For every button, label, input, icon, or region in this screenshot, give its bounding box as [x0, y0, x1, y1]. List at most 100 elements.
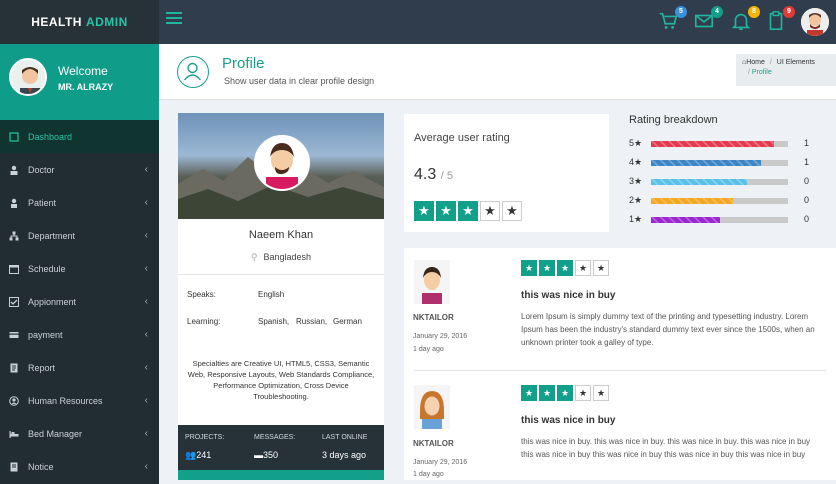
- profile-card: Naeem Khan ⚲ Bangladesh Speaks: English L…: [178, 113, 384, 480]
- message-icon: ▬: [254, 450, 263, 460]
- messages-label: MESSAGES:: [254, 434, 296, 441]
- profile-name: Naeem Khan: [248, 229, 314, 241]
- chevron-left-icon: ‹: [144, 362, 148, 373]
- bell-icon[interactable]: 8: [730, 6, 760, 34]
- average-rating-value: 4.3 / 5: [414, 166, 453, 184]
- sidebar-item-report[interactable]: Report ‹: [0, 351, 159, 384]
- star-empty-icon[interactable]: ★: [502, 201, 522, 221]
- sidebar-item-department[interactable]: Department ‹: [0, 219, 159, 252]
- profile-specialties: Specialties are Creative UI, HTML5, CSS3…: [187, 359, 375, 401]
- star-empty-icon[interactable]: ★: [480, 201, 500, 221]
- sidebar-item-doctor[interactable]: Doctor ‹: [0, 153, 159, 186]
- sidebar-item-label: Patient: [28, 197, 57, 208]
- average-rating-stars: ★ ★ ★ ★ ★: [414, 201, 524, 221]
- chevron-left-icon: ‹: [144, 329, 148, 340]
- star-empty-icon[interactable]: ★: [575, 260, 591, 276]
- review-title: this was nice in buy: [521, 415, 616, 426]
- rating-level-label: 2★: [629, 195, 643, 205]
- profile-avatar: [254, 135, 310, 191]
- divider: [414, 370, 826, 371]
- star-filled-icon[interactable]: ★: [557, 260, 573, 276]
- reviewer-avatar: [414, 260, 450, 304]
- location-pin-icon: ⚲: [250, 252, 258, 262]
- breadcrumb-section[interactable]: UI Elements: [777, 59, 815, 66]
- cart-badge: 5: [675, 6, 687, 18]
- sidebar-item-label: Report: [28, 362, 56, 373]
- doctor-icon: [9, 165, 19, 175]
- learning-label: Learning:: [187, 317, 221, 326]
- review-date: January 29, 2016: [413, 333, 468, 340]
- star-empty-icon[interactable]: ★: [575, 385, 591, 401]
- sidebar-item-label: Department: [28, 230, 76, 241]
- mail-badge: 4: [711, 6, 723, 18]
- profile-location: ⚲ Bangladesh: [178, 252, 384, 263]
- rating-progress-bar: [651, 179, 788, 185]
- rating-breakdown-row: 1★ 0: [629, 214, 819, 226]
- appointment-icon: [9, 296, 19, 307]
- sidebar: Welcome MR. ALRAZY Dashboard Doctor ‹ Pat…: [0, 44, 159, 484]
- star-filled-icon[interactable]: ★: [557, 385, 573, 401]
- department-icon: [9, 231, 19, 241]
- sidebar-item-label: Dashboard: [28, 131, 73, 142]
- average-rating-title: Average user rating: [414, 132, 510, 144]
- rating-count: 1: [804, 138, 810, 148]
- star-filled-icon[interactable]: ★: [414, 201, 434, 221]
- sidebar-item-label: Bed Manager: [28, 428, 83, 439]
- star-filled-icon[interactable]: ★: [521, 385, 537, 401]
- rating-progress-bar: [651, 217, 788, 223]
- sidebar-item-appointment[interactable]: Appionment ‹: [0, 285, 159, 318]
- profile-stats: PROJECTS: 👥241 MESSAGES: ▬350 LAST ONLIN…: [178, 425, 384, 470]
- rating-level-label: 5★: [629, 138, 643, 148]
- breadcrumb: ⌂Home / UI Elements / Profile: [736, 54, 836, 86]
- users-icon: 👥: [185, 450, 197, 460]
- sidebar-item-schedule[interactable]: Schedule ‹: [0, 252, 159, 285]
- rating-breakdown-row: 2★ 0: [629, 195, 819, 207]
- rating-breakdown-row: 4★ 1: [629, 157, 819, 169]
- user-avatar[interactable]: [801, 8, 829, 36]
- star-empty-icon[interactable]: ★: [593, 260, 609, 276]
- star-filled-icon[interactable]: ★: [436, 201, 456, 221]
- projects-label: PROJECTS:: [185, 434, 225, 441]
- star-filled-icon[interactable]: ★: [458, 201, 478, 221]
- sidebar-item-patient[interactable]: Patient ‹: [0, 186, 159, 219]
- star-filled-icon[interactable]: ★: [521, 260, 537, 276]
- reviewer-name: NKTAILOR: [413, 439, 454, 448]
- mail-icon[interactable]: 4: [693, 6, 723, 34]
- cart-icon[interactable]: 5: [657, 6, 687, 34]
- chevron-left-icon: ‹: [144, 296, 148, 307]
- sidebar-item-notice[interactable]: Notice ‹: [0, 450, 159, 483]
- review-time-ago: 1 day ago: [413, 346, 444, 353]
- rating-progress-bar: [651, 198, 788, 204]
- bell-badge: 8: [748, 6, 760, 18]
- chevron-left-icon: ‹: [144, 230, 148, 241]
- reviewer-name: NKTAILOR: [413, 313, 454, 322]
- chevron-left-icon: ‹: [144, 428, 148, 439]
- sidebar-item-bed-manager[interactable]: Bed Manager ‹: [0, 417, 159, 450]
- rating-progress-bar: [651, 141, 788, 147]
- sidebar-item-human-resources[interactable]: Human Resources ‹: [0, 384, 159, 417]
- sidebar-item-payment[interactable]: payment ‹: [0, 318, 159, 351]
- rating-breakdown-row: 3★ 0: [629, 176, 819, 188]
- star-filled-icon[interactable]: ★: [539, 385, 555, 401]
- profile-cover-image: [178, 113, 384, 219]
- payment-icon: [9, 330, 19, 340]
- rating-progress-fill: [651, 198, 734, 204]
- rating-count: 0: [804, 195, 810, 205]
- star-filled-icon[interactable]: ★: [539, 260, 555, 276]
- welcome-greeting: Welcome: [58, 64, 108, 78]
- review-date: January 29, 2016: [413, 459, 468, 466]
- brand-text-admin: ADMIN: [85, 15, 128, 29]
- menu-toggle-icon[interactable]: [166, 12, 182, 26]
- messages-stat: ▬350: [254, 450, 279, 460]
- star-empty-icon[interactable]: ★: [593, 385, 609, 401]
- breadcrumb-home[interactable]: Home: [746, 59, 765, 66]
- reviewer-avatar: [414, 385, 450, 429]
- welcome-panel: Welcome MR. ALRAZY: [0, 44, 159, 120]
- patient-icon: [9, 198, 19, 208]
- brand-logo[interactable]: HEALTH ADMIN: [0, 0, 159, 44]
- average-rating-card: Average user rating 4.3 / 5 ★ ★ ★ ★ ★: [404, 114, 609, 232]
- learning-value-2: Russian,: [296, 317, 328, 326]
- clipboard-icon[interactable]: 9: [765, 6, 795, 34]
- review-time-ago: 1 day ago: [413, 471, 444, 478]
- sidebar-item-dashboard[interactable]: Dashboard: [0, 120, 159, 153]
